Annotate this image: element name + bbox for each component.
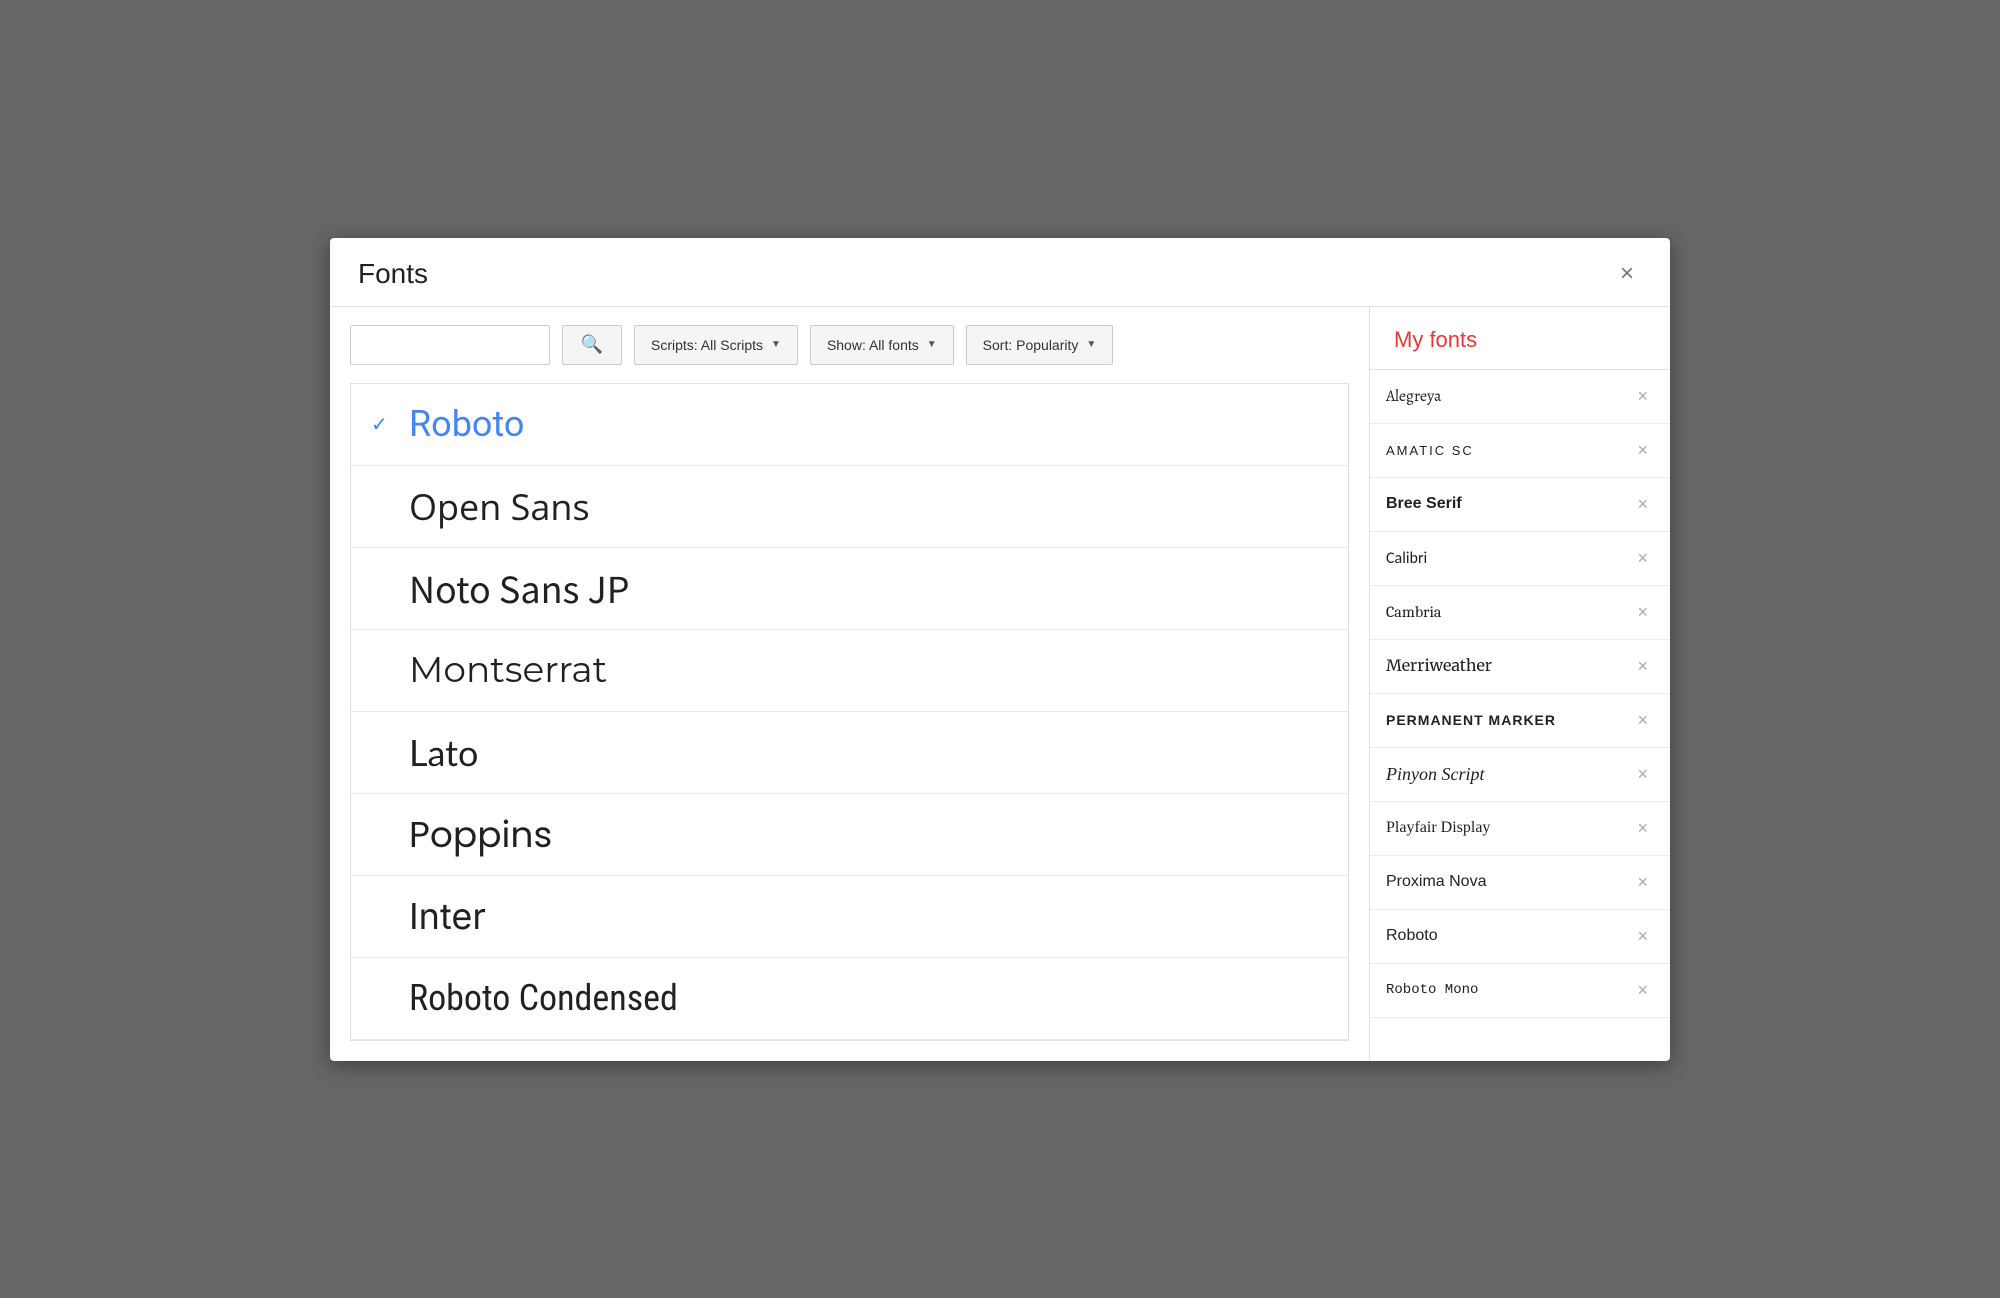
font-list-item[interactable]: ✓ Open Sans (351, 466, 1348, 548)
remove-font-button[interactable]: × (1631, 871, 1654, 893)
font-name: Inter (409, 894, 486, 938)
remove-font-button[interactable]: × (1631, 439, 1654, 461)
checkmark-icon: ✓ (371, 412, 391, 437)
search-icon: 🔍 (581, 334, 603, 355)
my-font-item[interactable]: Calibri × (1370, 532, 1670, 586)
my-font-name: Calibri (1386, 549, 1427, 568)
font-name: Montserrat (409, 648, 607, 692)
scripts-filter-label: Scripts: All Scripts (651, 337, 763, 353)
my-font-name: Merriweather (1386, 656, 1492, 676)
remove-font-button[interactable]: × (1631, 709, 1654, 731)
my-font-name: AMATIC SC (1386, 443, 1474, 458)
sort-filter-label: Sort: Popularity (983, 337, 1079, 353)
my-font-name: Roboto (1386, 927, 1438, 945)
dialog-header: Fonts × (330, 238, 1670, 307)
search-button[interactable]: 🔍 (562, 325, 622, 365)
my-font-item[interactable]: Merriweather × (1370, 640, 1670, 694)
remove-font-button[interactable]: × (1631, 817, 1654, 839)
my-font-name: Proxima Nova (1386, 873, 1486, 891)
chevron-down-icon: ▼ (771, 339, 781, 350)
fonts-dialog: Fonts × 🔍 Scripts: All Scripts ▼ Show: A… (330, 238, 1670, 1061)
chevron-down-icon: ▼ (927, 339, 937, 350)
my-fonts-list: Alegreya × AMATIC SC × Bree Serif × Cali… (1370, 370, 1670, 1061)
dialog-title: Fonts (358, 258, 428, 290)
font-list-item[interactable]: ✓ Montserrat (351, 630, 1348, 712)
font-list-item[interactable]: ✓ Roboto Condensed (351, 958, 1348, 1040)
font-list-item[interactable]: ✓ Roboto (351, 384, 1348, 466)
left-panel: 🔍 Scripts: All Scripts ▼ Show: All fonts… (330, 307, 1370, 1061)
my-font-item[interactable]: Roboto Mono × (1370, 964, 1670, 1018)
my-font-item[interactable]: Pinyon Script × (1370, 748, 1670, 802)
my-font-item[interactable]: Playfair Display × (1370, 802, 1670, 856)
remove-font-button[interactable]: × (1631, 763, 1654, 785)
font-list-item[interactable]: ✓ Inter (351, 876, 1348, 958)
my-font-name: Alegreya (1386, 385, 1441, 407)
my-font-name: Pinyon Script (1386, 764, 1484, 785)
my-font-item[interactable]: AMATIC SC × (1370, 424, 1670, 478)
font-list-item[interactable]: ✓ Poppins (351, 794, 1348, 876)
my-fonts-panel: My fonts Alegreya × AMATIC SC × Bree Ser… (1370, 307, 1670, 1061)
my-font-item[interactable]: Proxima Nova × (1370, 856, 1670, 910)
my-font-item[interactable]: Cambria × (1370, 586, 1670, 640)
my-font-name: Cambria (1386, 603, 1441, 621)
my-font-name: Bree Serif (1386, 495, 1462, 513)
my-fonts-header: My fonts (1370, 307, 1670, 370)
remove-font-button[interactable]: × (1631, 979, 1654, 1001)
font-list: ✓ Roboto ✓ Open Sans ✓ Noto Sans JP ✓ Mo… (350, 383, 1349, 1041)
remove-font-button[interactable]: × (1631, 925, 1654, 947)
my-font-name: Playfair Display (1386, 819, 1490, 837)
font-list-item[interactable]: ✓ Lato (351, 712, 1348, 794)
sort-filter-button[interactable]: Sort: Popularity ▼ (966, 325, 1114, 365)
my-font-item[interactable]: Alegreya × (1370, 370, 1670, 424)
scripts-filter-button[interactable]: Scripts: All Scripts ▼ (634, 325, 798, 365)
dialog-body: 🔍 Scripts: All Scripts ▼ Show: All fonts… (330, 307, 1670, 1061)
show-filter-button[interactable]: Show: All fonts ▼ (810, 325, 954, 365)
font-name: Open Sans (409, 482, 590, 531)
font-list-item[interactable]: ✓ Noto Sans JP (351, 548, 1348, 630)
my-font-name: Roboto Mono (1386, 982, 1478, 998)
font-name: Noto Sans JP (409, 562, 630, 614)
remove-font-button[interactable]: × (1631, 601, 1654, 623)
remove-font-button[interactable]: × (1631, 547, 1654, 569)
close-button[interactable]: × (1612, 258, 1642, 290)
my-font-item[interactable]: Bree Serif × (1370, 478, 1670, 532)
search-input[interactable] (350, 325, 550, 365)
show-filter-label: Show: All fonts (827, 337, 919, 353)
remove-font-button[interactable]: × (1631, 493, 1654, 515)
font-name: Roboto (409, 403, 524, 445)
remove-font-button[interactable]: × (1631, 655, 1654, 677)
my-font-name: Permanent Marker (1386, 712, 1556, 728)
font-name: Poppins (409, 807, 552, 862)
font-name: Roboto Condensed (409, 977, 678, 1019)
chevron-down-icon: ▼ (1086, 339, 1096, 350)
my-font-item[interactable]: Roboto × (1370, 910, 1670, 964)
search-bar: 🔍 Scripts: All Scripts ▼ Show: All fonts… (330, 307, 1369, 383)
remove-font-button[interactable]: × (1631, 385, 1654, 407)
my-font-item[interactable]: Permanent Marker × (1370, 694, 1670, 748)
font-name: Lato (409, 730, 478, 774)
